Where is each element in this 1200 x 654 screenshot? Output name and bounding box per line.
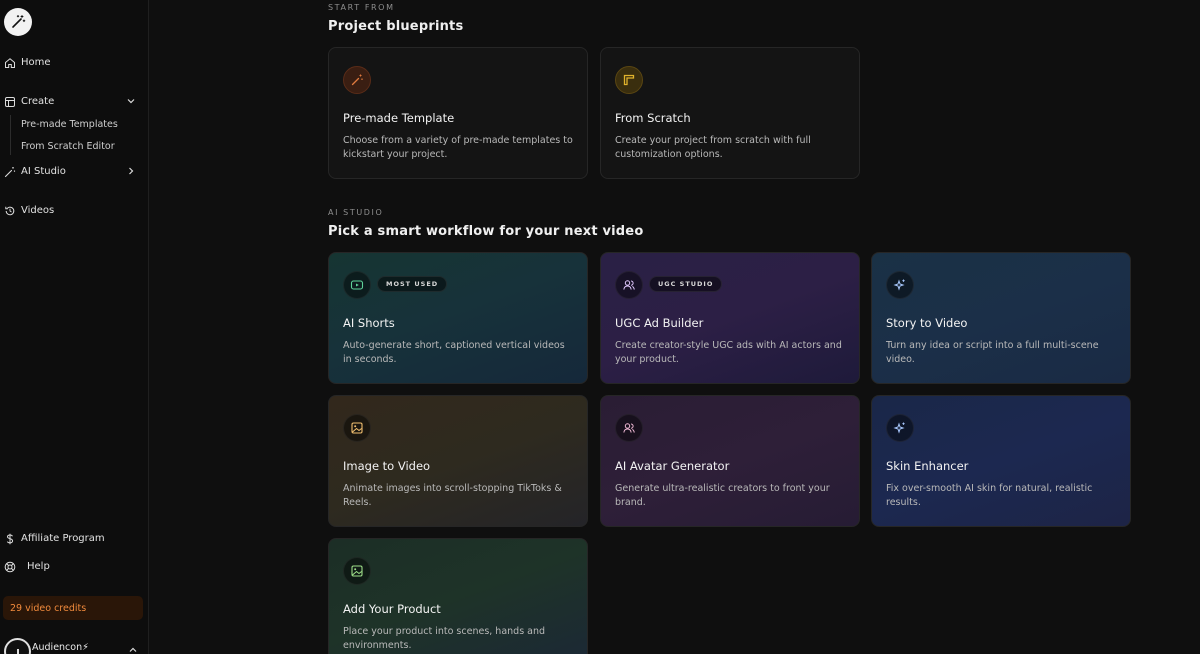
sidebar-subitem-premade-templates[interactable]: Pre-made Templates [21,119,118,131]
sidebar-subitem-from-scratch-editor[interactable]: From Scratch Editor [21,141,115,153]
sidebar-item-help[interactable]: Help [0,556,149,578]
dollar-icon [6,533,14,545]
sidebar-item-home[interactable]: Home [0,52,149,74]
sidebar-item-label: Videos [21,205,55,216]
card-badge: UGC STUDIO [649,276,723,292]
users-icon [615,414,643,442]
users-icon [615,271,643,299]
section-title: Pick a smart workflow for your next vide… [328,224,644,239]
home-icon [5,58,15,68]
sidebar-item-label: AI Studio [21,166,66,177]
sidebar: Home Create Pre-made Templates From Scra… [0,0,149,654]
sparkles-icon [886,414,914,442]
lifebuoy-icon [4,561,16,573]
chevron-right-icon[interactable] [126,166,136,176]
workflow-card-image-to-video[interactable]: Image to Video Animate images into scrol… [328,395,588,527]
app-logo[interactable] [4,8,32,36]
card-description: Choose from a variety of pre-made templa… [343,135,573,160]
sidebar-item-ai-studio[interactable]: AI Studio [0,161,149,183]
layout-icon [5,97,15,107]
card-description: Animate images into scroll-stopping TikT… [343,483,562,508]
sidebar-item-videos[interactable]: Videos [0,200,149,222]
workflow-card-story-to-video[interactable]: Story to Video Turn any idea or script i… [871,252,1131,384]
user-menu[interactable]: Audiencon⚡ [4,638,144,654]
frame-icon [615,66,643,94]
card-title: From Scratch [615,111,691,125]
video-credits-badge[interactable]: 29 video credits [3,596,143,620]
workflow-card-add-your-product[interactable]: Add Your Product Place your product into… [328,538,588,654]
card-description: Create your project from scratch with fu… [615,135,811,160]
sidebar-item-affiliate-program[interactable]: Affiliate Program [0,528,149,550]
workflow-card-ai-shorts[interactable]: MOST USED AI Shorts Auto-generate short,… [328,252,588,384]
card-description: Turn any idea or script into a full mult… [886,340,1099,365]
card-title: AI Shorts [343,316,395,330]
sparkles-icon [886,271,914,299]
card-badge: MOST USED [377,276,448,292]
card-description: Create creator-style UGC ads with AI act… [615,340,842,365]
card-title: AI Avatar Generator [615,459,730,473]
card-description: Auto-generate short, captioned vertical … [343,340,565,365]
magic-wand-icon [4,167,16,178]
youtube-icon [343,271,371,299]
sidebar-item-create[interactable]: Create [0,91,149,113]
sidebar-item-label: Home [21,57,51,68]
workflow-card-ugc-ad-builder[interactable]: UGC STUDIO UGC Ad Builder Create creator… [600,252,860,384]
history-icon [5,206,15,216]
submenu-divider [10,115,11,155]
user-name: Audiencon⚡ [32,642,89,653]
card-title: Pre-made Template [343,111,455,125]
sidebar-item-label: Create [21,96,55,107]
workflow-card-ai-avatar-generator[interactable]: AI Avatar Generator Generate ultra-reali… [600,395,860,527]
magic-wand-icon [343,66,371,94]
card-title: UGC Ad Builder [615,316,704,330]
chevron-up-icon[interactable] [128,645,138,654]
card-title: Image to Video [343,459,431,473]
card-title: Skin Enhancer [886,459,969,473]
section-title: Project blueprints [328,19,464,34]
card-title: Add Your Product [343,602,441,616]
image-icon [343,557,371,585]
workflow-card-skin-enhancer[interactable]: Skin Enhancer Fix over-smooth AI skin fo… [871,395,1131,527]
image-icon [343,414,371,442]
magic-wand-icon [12,15,26,28]
avatar [4,638,31,654]
section-label: START FROM [328,3,395,12]
card-description: Generate ultra-realistic creators to fro… [615,483,830,508]
card-title: Story to Video [886,316,968,330]
chevron-down-icon[interactable] [126,96,136,106]
card-description: Place your product into scenes, hands an… [343,626,546,651]
blueprint-card-premade-template[interactable]: Pre-made Template Choose from a variety … [328,47,588,179]
section-label: AI STUDIO [328,208,384,217]
blueprint-card-from-scratch[interactable]: From Scratch Create your project from sc… [600,47,860,179]
sidebar-item-label: Affiliate Program [21,533,105,544]
card-description: Fix over-smooth AI skin for natural, rea… [886,483,1093,508]
sidebar-item-label: Help [27,561,50,572]
